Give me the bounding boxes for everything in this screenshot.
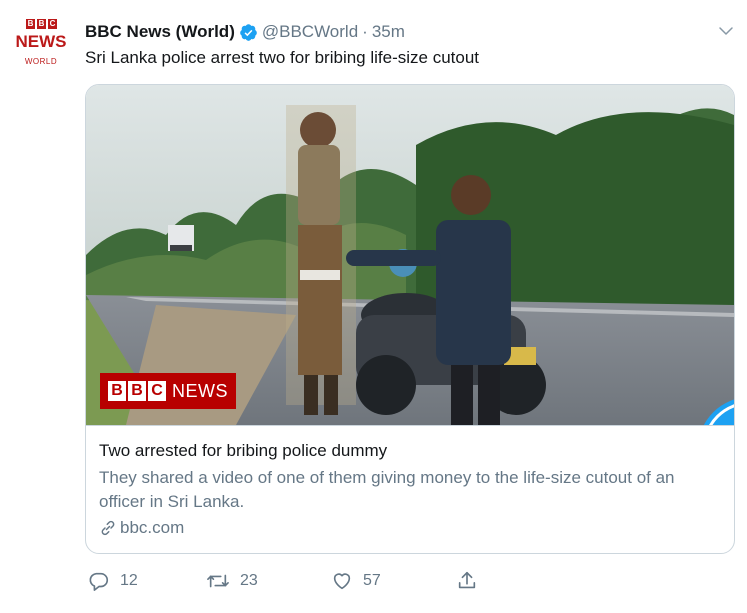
- timestamp[interactable]: 35m: [372, 22, 405, 42]
- like-count: 57: [363, 572, 381, 589]
- avatar-world-text: WORLD: [24, 57, 58, 66]
- card-domain[interactable]: bbc.com: [99, 518, 721, 538]
- avatar[interactable]: B B C NEWS WORLD: [10, 19, 72, 71]
- like-button[interactable]: 57: [331, 568, 381, 594]
- reply-icon: [89, 572, 109, 591]
- card-image[interactable]: B B C NEWS P: [86, 85, 734, 425]
- link-card[interactable]: B B C NEWS P Two arrested for bribing po…: [85, 84, 735, 554]
- reply-button[interactable]: 12: [88, 568, 138, 594]
- separator-dot: ·: [362, 22, 368, 41]
- avatar-block-b2: B: [37, 19, 46, 29]
- share-icon: [458, 571, 476, 589]
- avatar-bbc-blocks: B B C: [26, 19, 57, 29]
- tweet-actions: 12 23 57: [88, 568, 508, 594]
- badge-block-c: C: [148, 381, 166, 401]
- card-domain-text: bbc.com: [120, 518, 185, 537]
- retweet-button[interactable]: 23: [206, 568, 258, 594]
- avatar-news-text: NEWS: [15, 32, 67, 51]
- card-title[interactable]: Two arrested for bribing police dummy: [99, 440, 721, 462]
- tweet[interactable]: B B C NEWS WORLD BBC News (World) @BBCWo…: [0, 0, 747, 613]
- retweet-count: 23: [240, 572, 258, 589]
- badge-news-text: NEWS: [172, 380, 228, 401]
- badge-block-b2: B: [128, 381, 146, 401]
- reply-count: 12: [120, 572, 138, 589]
- verified-badge-icon: [240, 23, 257, 41]
- badge-block-b1: B: [108, 381, 126, 401]
- chevron-down-icon[interactable]: [717, 22, 735, 40]
- avatar-block-b1: B: [26, 19, 35, 29]
- like-icon: [333, 573, 351, 590]
- link-icon: [101, 520, 115, 536]
- display-name[interactable]: BBC News (World): [85, 22, 235, 42]
- card-description: They shared a video of one of them givin…: [99, 468, 675, 511]
- bbc-news-logo: B B C NEWS: [100, 373, 236, 409]
- tweet-header: BBC News (World) @BBCWorld · 35m: [85, 20, 405, 44]
- retweet-icon: [207, 574, 229, 588]
- avatar-block-c: C: [48, 19, 57, 29]
- card-body[interactable]: Two arrested for bribing police dummy Th…: [86, 425, 734, 553]
- handle[interactable]: @BBCWorld: [262, 22, 358, 42]
- twitter-bird-icon: P: [703, 399, 734, 425]
- share-button[interactable]: [456, 568, 478, 594]
- tweet-text: Sri Lanka police arrest two for bribing …: [85, 48, 480, 67]
